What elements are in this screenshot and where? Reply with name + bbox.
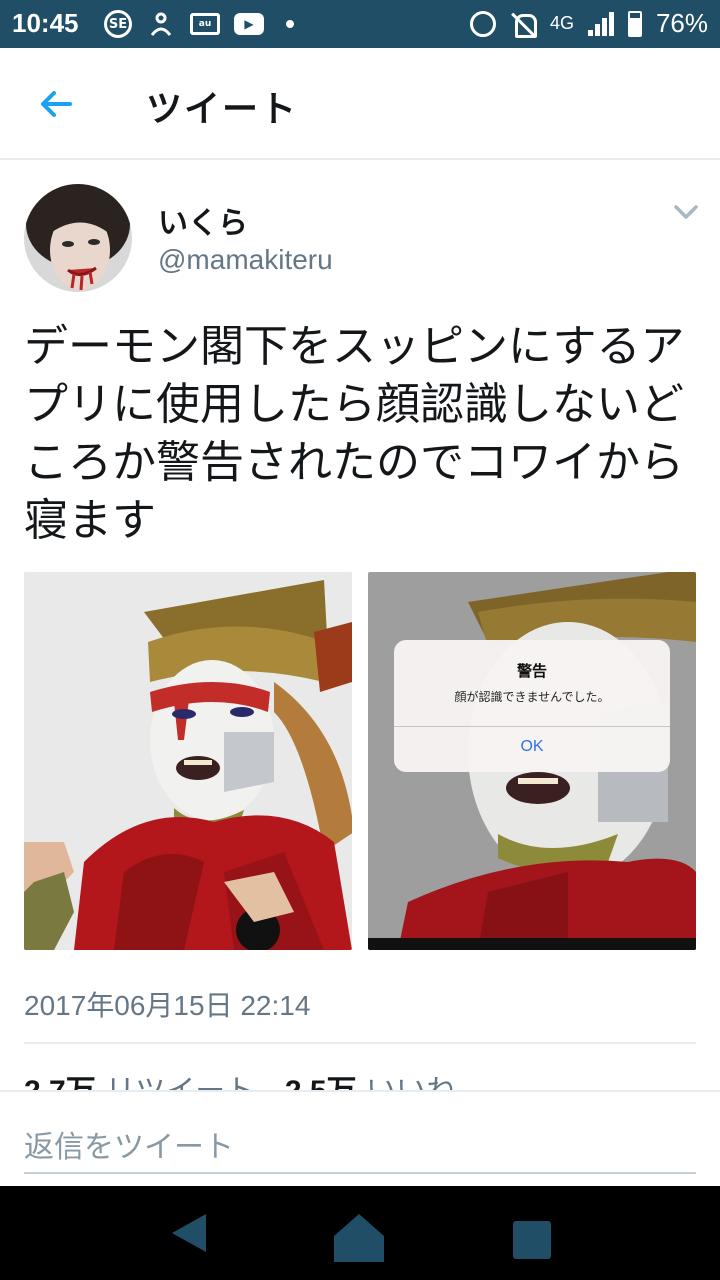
- mail-icon: au: [190, 13, 220, 35]
- battery-percent: 76%: [655, 8, 708, 38]
- nav-bar: [0, 1186, 720, 1280]
- like-count[interactable]: 2.5万: [285, 1075, 357, 1090]
- reply-bar: 返信をツイート: [0, 1090, 720, 1186]
- display-name[interactable]: いくら: [158, 198, 248, 242]
- status-time: 10:45: [12, 8, 79, 38]
- alert-ok-button: OK: [520, 738, 544, 755]
- home-icon[interactable]: [332, 1212, 386, 1268]
- tweet-text: デーモン閣下をスッピンにするアプリに使用したら顔認識しないどころか警告されたので…: [24, 321, 685, 546]
- tweet-stats: 2.7万 リツイート 2.5万 いいね: [24, 1066, 696, 1090]
- alert-divider: [394, 726, 670, 727]
- divider: [24, 1042, 696, 1044]
- alert-title: 警告: [516, 662, 547, 680]
- face-warning-alert: 警告 顔が認識できませんでした。 OK: [394, 640, 670, 772]
- tweet-timestamp: 2017年06月15日 22:14: [24, 990, 311, 1021]
- status-notification-icons: SE au ▶: [104, 10, 294, 38]
- signal-icon: [587, 11, 614, 36]
- reply-input[interactable]: 返信をツイート: [24, 1122, 234, 1166]
- battery-icon: [627, 10, 642, 37]
- youtube-icon: ▶: [234, 13, 264, 35]
- retweet-label[interactable]: リツイート: [105, 1074, 255, 1090]
- alarm-icon: [469, 10, 496, 37]
- notification-dot: [286, 20, 294, 28]
- status-system-icons: 4G 76%: [469, 8, 708, 39]
- page-title: ツイート: [146, 89, 299, 130]
- recents-icon[interactable]: [512, 1220, 552, 1264]
- bell-off-icon: [510, 11, 537, 38]
- status-bar: 10:45 SE au ▶ 4G 76%: [0, 0, 720, 48]
- network-label: 4G: [549, 13, 574, 33]
- reply-underline: [24, 1172, 696, 1174]
- app-icon: [146, 10, 176, 38]
- tweet-image-1[interactable]: [24, 572, 352, 950]
- retweet-count[interactable]: 2.7万: [24, 1075, 96, 1090]
- like-label[interactable]: いいね: [366, 1074, 456, 1090]
- arrow-left-icon[interactable]: [36, 84, 76, 124]
- back-icon[interactable]: [170, 1212, 210, 1258]
- chevron-down-icon[interactable]: [672, 200, 700, 224]
- avatar[interactable]: [24, 184, 132, 292]
- sim-icon: SE: [104, 10, 132, 38]
- user-handle[interactable]: @mamakiteru: [158, 244, 333, 276]
- app-header: ツイート: [0, 48, 720, 160]
- alert-message: 顔が認識できませんでした。: [454, 690, 610, 704]
